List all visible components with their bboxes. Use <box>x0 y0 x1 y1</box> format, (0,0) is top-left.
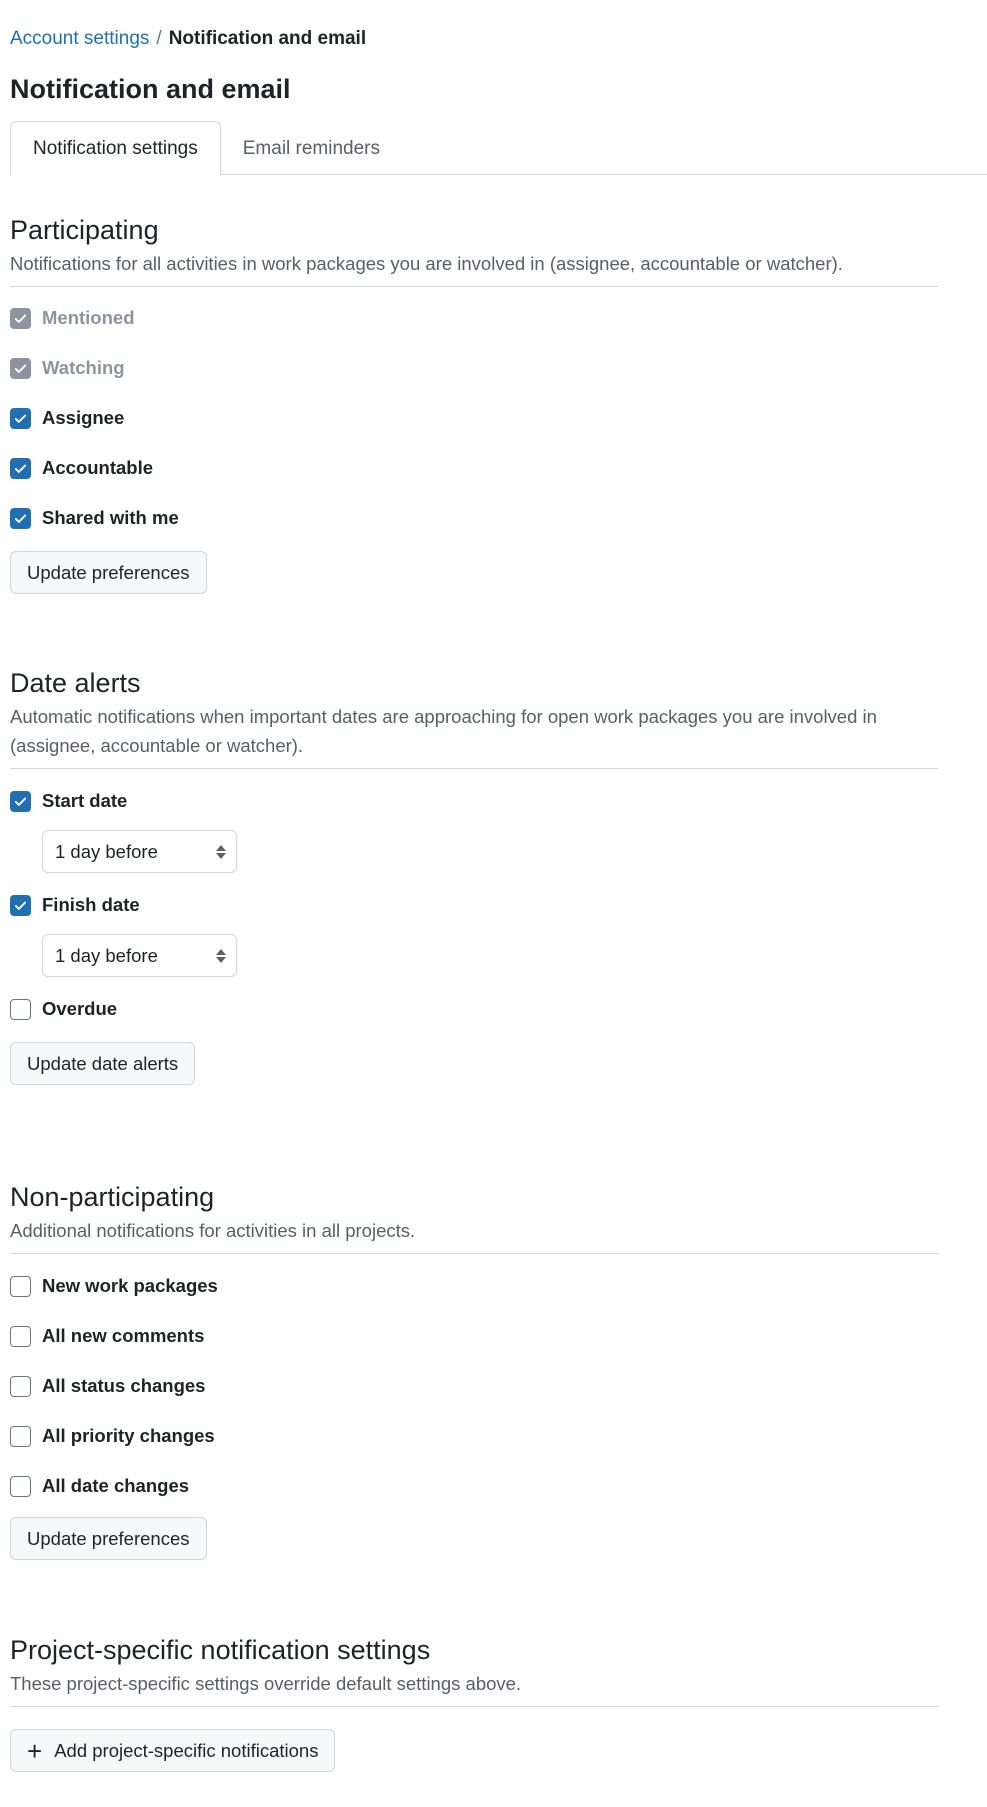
checkbox-row-new-work-packages: New work packages <box>10 1261 938 1311</box>
checkbox-row-mentioned: Mentioned <box>10 293 938 343</box>
project-specific-title: Project-specific notification settings <box>10 1635 431 1665</box>
finish-date-checkbox[interactable] <box>10 894 31 916</box>
select-arrows-icon <box>216 948 226 963</box>
checkbox-row-assignee: Assignee <box>10 393 938 443</box>
participating-title: Participating <box>10 215 159 245</box>
new-work-packages-checkbox[interactable] <box>10 1275 31 1297</box>
checkbox-row-all-status-changes: All status changes <box>10 1361 938 1411</box>
accountable-label[interactable]: Accountable <box>42 457 153 479</box>
finish-date-select[interactable]: 1 day before <box>42 934 237 978</box>
all-new-comments-label[interactable]: All new comments <box>42 1325 204 1347</box>
date-alerts-section: Date alerts Automatic notifications when… <box>10 667 938 1086</box>
non-participating-update-button[interactable]: Update preferences <box>10 1517 207 1561</box>
all-new-comments-checkbox[interactable] <box>10 1325 31 1347</box>
check-icon <box>14 464 27 473</box>
non-participating-description: Additional notifications for activities … <box>10 1220 416 1242</box>
breadcrumb-current: Notification and email <box>168 28 367 49</box>
all-date-changes-checkbox[interactable] <box>10 1475 31 1497</box>
check-icon <box>14 514 27 523</box>
update-date-alerts-button[interactable]: Update date alerts <box>10 1042 196 1086</box>
participating-update-button[interactable]: Update preferences <box>10 551 207 595</box>
breadcrumb: Account settings / Notification and emai… <box>10 28 366 50</box>
assignee-checkbox[interactable] <box>10 407 31 429</box>
date-alerts-title: Date alerts <box>10 668 141 698</box>
add-project-specific-label: Add project-specific notifications <box>54 1739 319 1761</box>
add-project-specific-notifications-button[interactable]: + Add project-specific notifications <box>10 1729 336 1773</box>
new-work-packages-label[interactable]: New work packages <box>42 1275 218 1297</box>
check-icon <box>14 414 27 423</box>
tab-notification-settings[interactable]: Notification settings <box>10 121 221 176</box>
finish-date-select-value: 1 day before <box>55 944 158 966</box>
all-status-changes-checkbox[interactable] <box>10 1375 31 1397</box>
project-specific-section: Project-specific notification settings T… <box>10 1634 938 1773</box>
section-divider <box>10 1706 938 1708</box>
participating-section: Participating Notifications for all acti… <box>10 214 938 595</box>
shared-with-me-checkbox[interactable] <box>10 507 31 529</box>
section-divider <box>10 1253 938 1255</box>
start-date-select[interactable]: 1 day before <box>42 830 237 874</box>
page-title: Notification and email <box>10 74 291 104</box>
checkbox-row-finish-date: Finish date <box>10 880 938 930</box>
start-date-select-value: 1 day before <box>55 840 158 862</box>
section-divider <box>10 286 938 288</box>
check-icon <box>14 901 27 910</box>
tab-bar: Notification settings Email reminders <box>10 121 987 176</box>
checkbox-row-all-new-comments: All new comments <box>10 1311 938 1361</box>
overdue-label[interactable]: Overdue <box>42 998 117 1020</box>
non-participating-title: Non-participating <box>10 1182 215 1212</box>
start-date-checkbox[interactable] <box>10 790 31 812</box>
watching-checkbox <box>10 357 31 379</box>
project-specific-description: These project-specific settings override… <box>10 1673 522 1695</box>
checkbox-row-accountable: Accountable <box>10 443 938 493</box>
overdue-checkbox[interactable] <box>10 998 31 1020</box>
watching-label: Watching <box>42 357 125 379</box>
all-priority-changes-label[interactable]: All priority changes <box>42 1425 215 1447</box>
start-date-label[interactable]: Start date <box>42 790 127 812</box>
checkbox-row-watching: Watching <box>10 343 938 393</box>
checkbox-row-all-date-changes: All date changes <box>10 1461 938 1511</box>
tab-email-reminders[interactable]: Email reminders <box>221 121 402 176</box>
checkbox-row-overdue: Overdue <box>10 984 938 1034</box>
check-icon <box>14 797 27 806</box>
assignee-label[interactable]: Assignee <box>42 407 124 429</box>
checkbox-row-shared-with-me: Shared with me <box>10 493 938 543</box>
plus-icon: + <box>27 1735 43 1766</box>
checkbox-row-all-priority-changes: All priority changes <box>10 1411 938 1461</box>
check-icon <box>14 364 27 373</box>
section-divider <box>10 768 938 770</box>
participating-description: Notifications for all activities in work… <box>10 253 843 275</box>
check-icon <box>14 314 27 323</box>
accountable-checkbox[interactable] <box>10 457 31 479</box>
select-arrows-icon <box>216 844 226 859</box>
breadcrumb-separator: / <box>156 28 162 49</box>
all-date-changes-label[interactable]: All date changes <box>42 1475 189 1497</box>
checkbox-row-start-date: Start date <box>10 776 938 826</box>
non-participating-section: Non-participating Additional notificatio… <box>10 1181 938 1561</box>
finish-date-label[interactable]: Finish date <box>42 894 140 916</box>
date-alerts-description: Automatic notifications when important d… <box>10 706 877 757</box>
breadcrumb-account-settings-link[interactable]: Account settings <box>10 28 149 50</box>
mentioned-checkbox <box>10 307 31 329</box>
all-priority-changes-checkbox[interactable] <box>10 1425 31 1447</box>
all-status-changes-label[interactable]: All status changes <box>42 1375 205 1397</box>
shared-with-me-label[interactable]: Shared with me <box>42 507 179 529</box>
mentioned-label: Mentioned <box>42 307 135 329</box>
